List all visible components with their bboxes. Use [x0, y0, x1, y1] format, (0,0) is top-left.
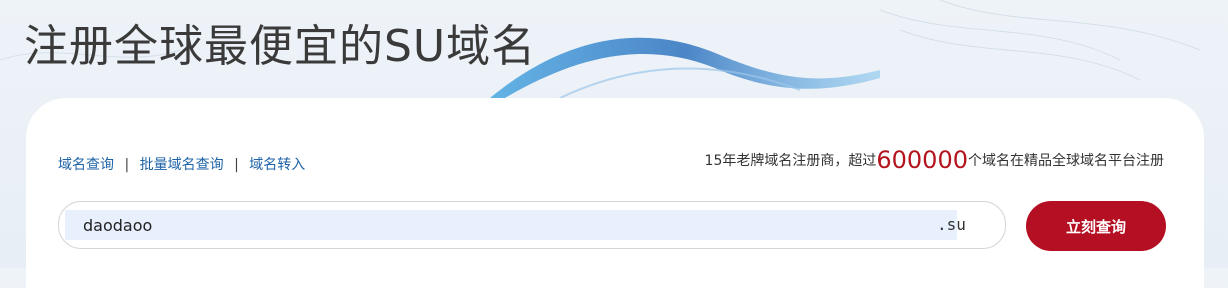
promo-suffix: 个域名在精品全球域名平台注册	[968, 153, 1164, 169]
tab-separator: |	[124, 157, 130, 173]
domain-search-input[interactable]	[65, 210, 957, 240]
domain-search-box: .su	[58, 201, 1006, 249]
domain-suffix: .su	[937, 215, 966, 234]
page-title: 注册全球最便宜的SU域名	[24, 21, 537, 72]
tab-domain-query[interactable]: 域名查询	[58, 157, 114, 173]
promo-text: 15年老牌域名注册商，超过600000个域名在精品全球域名平台注册	[705, 146, 1164, 174]
tab-domain-transfer[interactable]: 域名转入	[249, 157, 305, 173]
tab-separator: |	[234, 157, 239, 173]
promo-count: 600000	[876, 146, 968, 174]
tab-batch-query[interactable]: 批量域名查询	[140, 157, 224, 173]
promo-prefix: 15年老牌域名注册商，超过	[704, 153, 877, 169]
search-button[interactable]: 立刻查询	[1026, 201, 1166, 251]
search-card: 域名查询 | 批量域名查询 | 域名转入 15年老牌域名注册商，超过600000…	[26, 98, 1204, 288]
search-tabs: 域名查询 | 批量域名查询 | 域名转入	[58, 154, 305, 174]
